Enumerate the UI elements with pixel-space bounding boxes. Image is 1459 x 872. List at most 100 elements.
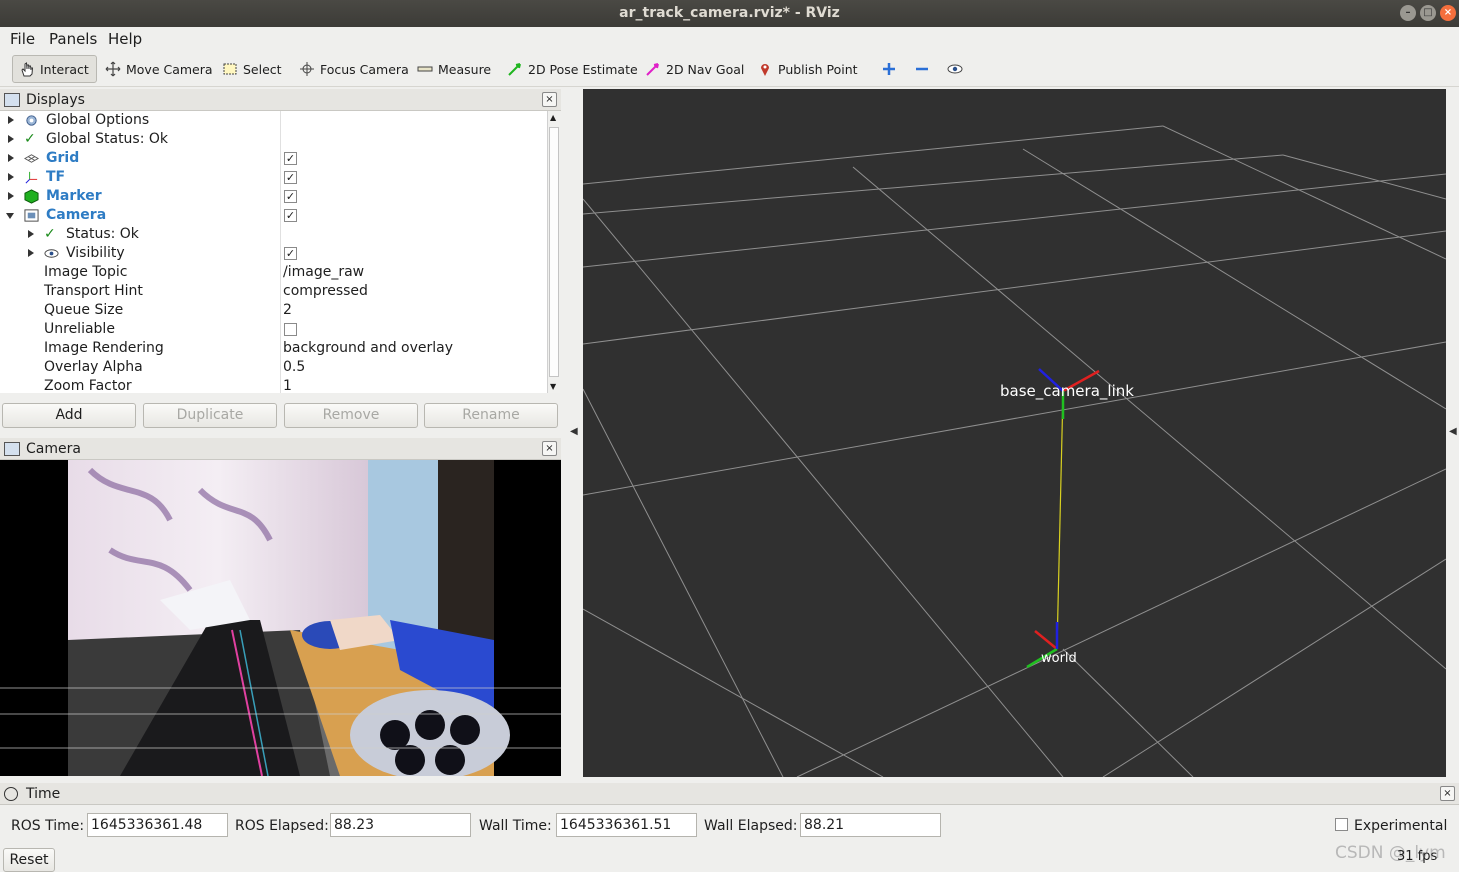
scroll-down-icon[interactable]: ▼: [550, 382, 556, 391]
expand-arrow-icon[interactable]: [8, 192, 14, 200]
queue-size-value[interactable]: 2: [283, 301, 292, 320]
expand-arrow-icon[interactable]: [28, 230, 34, 238]
camera-title: Camera: [26, 440, 81, 457]
image-topic-value[interactable]: /image_raw: [283, 263, 364, 282]
rename-button[interactable]: Rename: [424, 403, 558, 428]
tree-label: Zoom Factor: [44, 378, 132, 393]
ros-time-field[interactable]: 1645336361.48: [87, 813, 228, 837]
displays-close-button[interactable]: ×: [542, 92, 557, 107]
image-rendering-value[interactable]: background and overlay: [283, 339, 453, 358]
menu-bar: File Panels Help: [0, 27, 1459, 51]
expand-arrow-icon[interactable]: [8, 154, 14, 162]
wall-elapsed-field[interactable]: 88.21: [800, 813, 941, 837]
reset-button[interactable]: Reset: [3, 848, 55, 872]
menu-panels[interactable]: Panels: [49, 30, 97, 48]
tree-row-global-status[interactable]: ✓ Global Status: Ok: [0, 130, 547, 149]
pose-estimate-button[interactable]: 2D Pose Estimate: [501, 55, 644, 83]
window-title: ar_track_camera.rviz* - RViz: [619, 5, 840, 21]
plus-icon: [883, 63, 895, 75]
tree-row-global-options[interactable]: Global Options: [0, 111, 547, 130]
minimize-icon[interactable]: –: [1400, 5, 1416, 21]
scroll-thumb[interactable]: [549, 127, 559, 377]
grid-icon: [24, 154, 39, 163]
collapse-arrow-icon[interactable]: [6, 213, 14, 219]
tree-row-overlay-alpha[interactable]: Overlay Alpha 0.5: [0, 358, 547, 377]
tree-label: Camera: [46, 207, 107, 223]
publish-point-button[interactable]: Publish Point: [751, 55, 864, 83]
ros-elapsed-field[interactable]: 88.23: [330, 813, 471, 837]
add-tool-button[interactable]: [875, 55, 903, 83]
tree-label: Status: Ok: [66, 226, 139, 242]
camera-image-view[interactable]: [0, 460, 561, 776]
select-button[interactable]: Select: [216, 55, 288, 83]
camera-checkbox[interactable]: ✓: [284, 209, 297, 222]
visibility-checkbox[interactable]: ✓: [284, 247, 297, 260]
time-header: Time: [0, 783, 1459, 805]
tree-row-zoom-factor[interactable]: Zoom Factor 1: [0, 377, 547, 393]
marker-checkbox[interactable]: ✓: [284, 190, 297, 203]
scroll-up-icon[interactable]: ▲: [550, 113, 556, 122]
tree-label: TF: [46, 169, 66, 185]
tree-row-image-topic[interactable]: Image Topic /image_raw: [0, 263, 547, 282]
wall-time-field[interactable]: 1645336361.51: [556, 813, 697, 837]
experimental-checkbox[interactable]: [1335, 818, 1348, 831]
ruler-icon: [417, 66, 433, 72]
remove-button[interactable]: Remove: [284, 403, 418, 428]
tree-row-queue-size[interactable]: Queue Size 2: [0, 301, 547, 320]
tree-row-image-rendering[interactable]: Image Rendering background and overlay: [0, 339, 547, 358]
interact-button[interactable]: Interact: [12, 55, 97, 83]
pose-estimate-label: 2D Pose Estimate: [528, 61, 638, 77]
tree-label: Queue Size: [44, 302, 124, 318]
expand-arrow-icon[interactable]: [8, 135, 14, 143]
view-options-button[interactable]: [941, 55, 969, 83]
menu-file[interactable]: File: [10, 30, 35, 48]
toolbar: Interact Move Camera Select Focus Camera…: [0, 51, 1459, 87]
overlay-alpha-value[interactable]: 0.5: [283, 358, 305, 377]
camera-close-button[interactable]: ×: [542, 441, 557, 456]
minus-icon: [916, 67, 928, 71]
focus-camera-button[interactable]: Focus Camera: [293, 55, 415, 83]
nav-goal-label: 2D Nav Goal: [666, 61, 745, 77]
check-icon: ✓: [24, 131, 36, 147]
publish-point-label: Publish Point: [778, 61, 858, 77]
tree-label: Global Options: [46, 112, 150, 128]
tree-scrollbar[interactable]: ▲ ▼: [547, 111, 560, 393]
tree-row-camera[interactable]: Camera ✓: [0, 206, 547, 225]
tree-row-camera-status[interactable]: ✓ Status: Ok: [0, 225, 547, 244]
ros-time-label: ROS Time:: [11, 818, 85, 834]
measure-button[interactable]: Measure: [411, 55, 497, 83]
tree-row-visibility[interactable]: Visibility ✓: [0, 244, 547, 263]
move-icon: [105, 61, 121, 77]
grid-checkbox[interactable]: ✓: [284, 152, 297, 165]
tree-row-unreliable[interactable]: Unreliable: [0, 320, 547, 339]
measure-label: Measure: [438, 61, 492, 77]
magenta-arrow-icon: [646, 63, 659, 76]
remove-tool-button[interactable]: [908, 55, 936, 83]
check-icon: ✓: [44, 226, 56, 242]
add-button[interactable]: Add: [2, 403, 136, 428]
tree-row-marker[interactable]: Marker ✓: [0, 187, 547, 206]
render-3d-view[interactable]: base_camera_link world: [583, 89, 1446, 777]
close-icon[interactable]: ×: [1440, 5, 1456, 21]
tf-checkbox[interactable]: ✓: [284, 171, 297, 184]
zoom-factor-value[interactable]: 1: [283, 377, 292, 393]
expand-arrow-icon[interactable]: [8, 173, 14, 181]
maximize-icon[interactable]: □: [1420, 5, 1436, 21]
tree-row-transport-hint[interactable]: Transport Hint compressed: [0, 282, 547, 301]
menu-help[interactable]: Help: [108, 30, 142, 48]
duplicate-button[interactable]: Duplicate: [143, 403, 277, 428]
transport-hint-value[interactable]: compressed: [283, 282, 368, 301]
title-bar: ar_track_camera.rviz* - RViz – □ ×: [0, 0, 1459, 27]
move-camera-button[interactable]: Move Camera: [99, 55, 219, 83]
expand-arrow-icon[interactable]: [8, 116, 14, 124]
collapse-right-icon[interactable]: ◀: [1449, 426, 1457, 437]
expand-arrow-icon[interactable]: [28, 249, 34, 257]
tree-row-grid[interactable]: Grid ✓: [0, 149, 547, 168]
camera-feed-image: [0, 460, 561, 776]
nav-goal-button[interactable]: 2D Nav Goal: [639, 55, 750, 83]
time-close-button[interactable]: ×: [1440, 786, 1455, 801]
tree-row-tf[interactable]: TF ✓: [0, 168, 547, 187]
collapse-left-icon[interactable]: ◀: [570, 426, 578, 437]
unreliable-checkbox[interactable]: [284, 323, 297, 336]
camera-icon: [24, 209, 39, 222]
